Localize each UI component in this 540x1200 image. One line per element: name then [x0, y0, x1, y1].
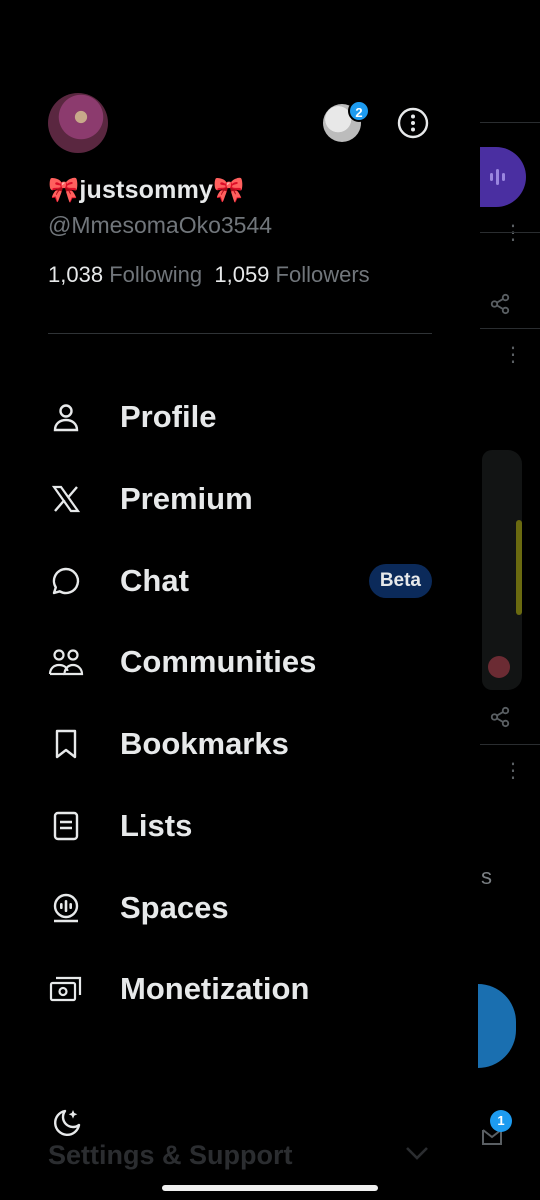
media-card-accent: [516, 520, 522, 615]
share-icon: [490, 293, 510, 315]
x-logo-icon: [48, 481, 84, 517]
account-switcher-badge: 2: [348, 100, 370, 122]
messages-badge: 1: [490, 1110, 512, 1132]
followers-label: Followers: [275, 262, 370, 287]
divider: [48, 333, 432, 334]
moon-sparkle-icon[interactable]: [48, 1106, 84, 1142]
home-indicator[interactable]: [162, 1185, 378, 1191]
menu-item-bookmarks[interactable]: Bookmarks: [48, 714, 432, 774]
menu-item-label: Communities: [120, 644, 317, 679]
beta-badge: Beta: [368, 564, 432, 598]
menu-item-label: Premium: [120, 481, 253, 516]
person-icon: [48, 399, 84, 435]
more-options-icon[interactable]: [396, 106, 430, 140]
communities-icon: [48, 644, 84, 680]
following-count: 1,038: [48, 262, 104, 287]
menu-item-label: Chat: [120, 563, 189, 598]
user-handle: @MmesomaOko3544: [48, 212, 273, 238]
menu-item-chat[interactable]: Chat Beta: [48, 551, 432, 611]
menu-item-premium[interactable]: Premium: [48, 469, 432, 529]
menu-item-lists[interactable]: Lists: [48, 796, 432, 856]
settings-support-label[interactable]: Settings & Support: [48, 1140, 293, 1171]
menu-item-label: Profile: [120, 399, 217, 434]
more-dots-icon: ⋮: [503, 760, 523, 782]
menu-item-label: Bookmarks: [120, 726, 289, 761]
navigation-drawer: 2 🎀justsommy🎀 @MmesomaOko3544 1,038 Foll…: [0, 0, 478, 1200]
avatar: [488, 656, 510, 678]
feed-divider: [480, 328, 540, 329]
money-icon: [48, 971, 84, 1007]
spaces-fab: [480, 147, 526, 207]
menu-item-label: Lists: [120, 808, 193, 843]
menu-item-label: Monetization: [120, 971, 310, 1006]
partial-text: s: [481, 864, 492, 889]
menu-item-spaces[interactable]: Spaces: [48, 878, 432, 938]
menu-item-monetization[interactable]: Monetization: [48, 959, 432, 1019]
menu-item-communities[interactable]: Communities: [48, 632, 432, 692]
profile-avatar[interactable]: [48, 93, 108, 153]
following-label: Following: [109, 262, 203, 287]
feed-divider: [480, 122, 540, 123]
chevron-down-icon[interactable]: [404, 1143, 430, 1163]
more-dots-icon: ⋮: [503, 344, 523, 366]
share-icon: [490, 706, 510, 728]
menu-item-profile[interactable]: Profile: [48, 387, 432, 447]
followers-link[interactable]: 1,059 Followers: [214, 262, 369, 287]
more-dots-icon: ⋮: [503, 222, 523, 244]
spaces-icon: [48, 890, 84, 926]
display-name[interactable]: 🎀justsommy🎀: [48, 176, 244, 205]
followers-count: 1,059: [214, 262, 270, 287]
bookmark-icon: [48, 726, 84, 762]
chat-bubble-icon: [48, 563, 84, 599]
follow-stats: 1,038 Following 1,059 Followers: [48, 262, 370, 288]
list-icon: [48, 808, 84, 844]
feed-divider: [480, 744, 540, 745]
feed-divider: [480, 232, 540, 233]
following-link[interactable]: 1,038 Following: [48, 262, 202, 287]
menu-item-label: Spaces: [120, 890, 229, 925]
